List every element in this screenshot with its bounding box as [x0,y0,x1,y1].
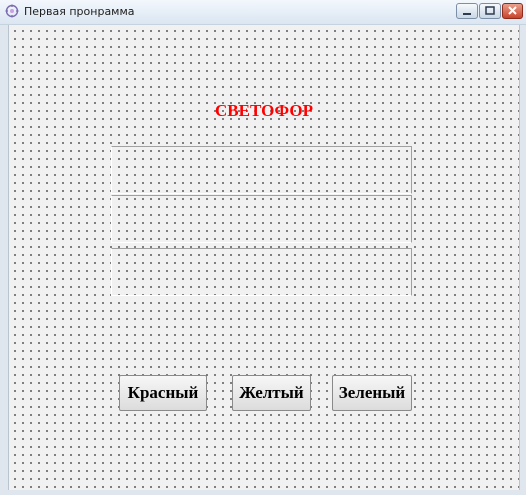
green-button[interactable]: Зеленый [332,375,412,411]
green-light-panel [111,248,412,296]
yellow-light-panel [111,195,412,243]
title-bar[interactable]: Первая пронрамма [0,0,526,25]
maximize-icon [485,6,495,15]
form-client-area: СВЕТОФОР Красный Желтый Зеленый [8,25,520,490]
maximize-button[interactable] [479,3,501,19]
red-light-panel [111,146,412,194]
traffic-light-heading: СВЕТОФОР [215,101,313,120]
minimize-icon [463,13,471,15]
yellow-button[interactable]: Желтый [232,375,311,411]
close-button[interactable] [502,3,523,19]
app-window: Первая пронрамма СВЕТОФОР Красный Желтый… [0,0,526,495]
minimize-button[interactable] [456,3,478,19]
app-icon [5,4,19,18]
red-button[interactable]: Красный [119,375,207,411]
close-icon [508,6,517,15]
window-title: Первая пронрамма [24,5,135,18]
